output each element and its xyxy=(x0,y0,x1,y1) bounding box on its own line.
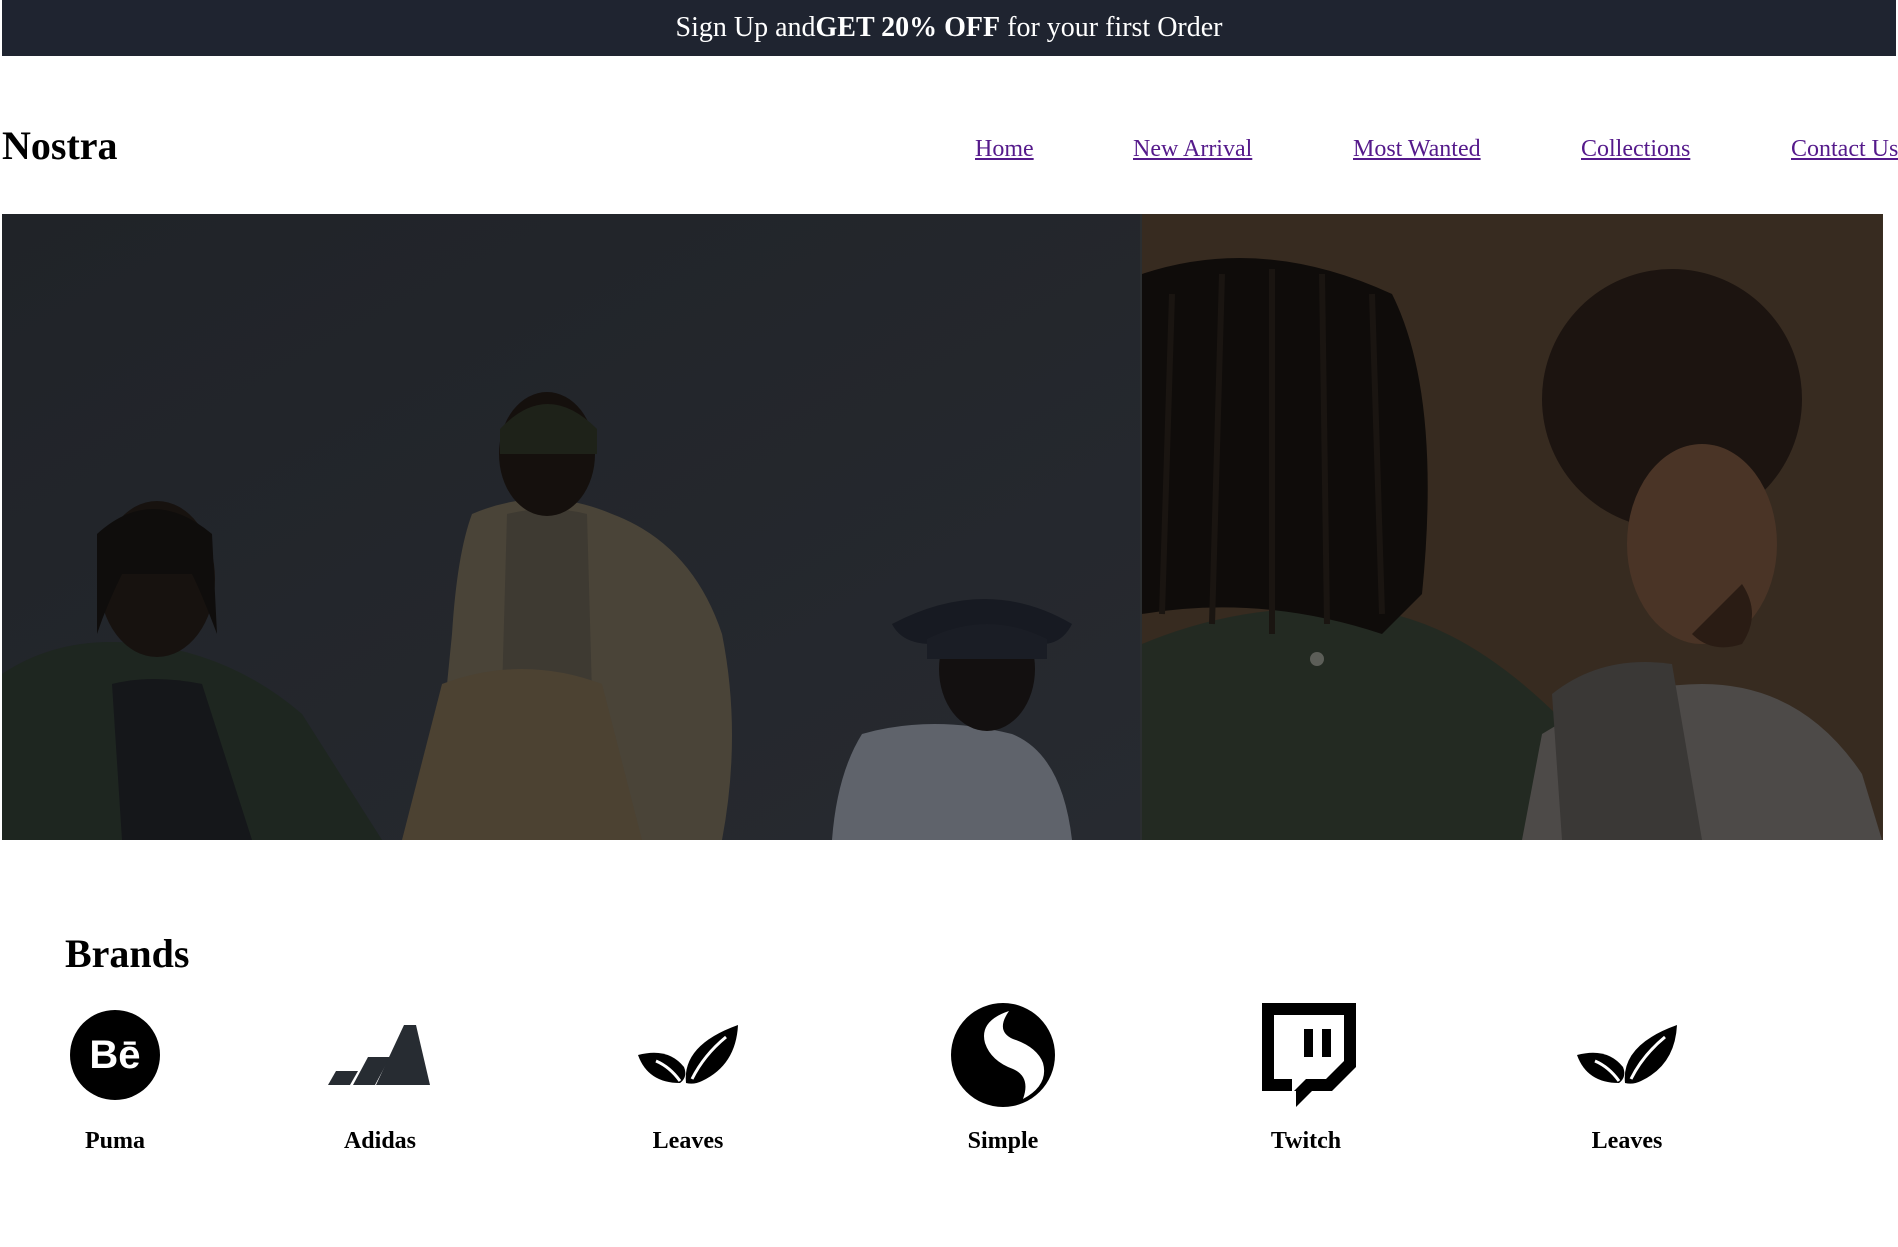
promo-suffix: for your first Order xyxy=(1000,12,1223,43)
brand-item-twitch[interactable]: Twitch xyxy=(1226,1000,1386,1160)
promo-prefix: Sign Up and xyxy=(675,12,816,43)
brand-label: Puma xyxy=(85,1128,145,1154)
brand-label: Adidas xyxy=(343,1128,417,1154)
leaves-icon xyxy=(1572,1000,1682,1110)
nav-link-new-arrival[interactable]: New Arrival xyxy=(1133,136,1252,163)
svg-text:Bē: Bē xyxy=(89,1033,140,1077)
brand-label: Twitch xyxy=(1270,1128,1342,1154)
behance-icon: Bē xyxy=(60,1000,170,1110)
hero-image-left xyxy=(2,214,1140,840)
adidas-icon xyxy=(325,1000,435,1110)
brand-item-puma[interactable]: Bē Puma xyxy=(35,1000,195,1160)
brand-item-simple[interactable]: Simple xyxy=(923,1000,1083,1160)
portrait-photo-illustration xyxy=(1141,214,1882,840)
brand-item-adidas[interactable]: Adidas xyxy=(300,1000,460,1160)
hero-banner xyxy=(2,214,1883,840)
nav-link-most-wanted[interactable]: Most Wanted xyxy=(1353,136,1481,163)
page: Sign Up and GET 20% OFF for your first Or… xyxy=(0,0,1898,1247)
group-photo-illustration xyxy=(2,214,1140,840)
nav-link-contact-us[interactable]: Contact Us xyxy=(1791,136,1898,163)
twitch-icon xyxy=(1251,1000,1361,1110)
brand-item-leaves[interactable]: Leaves xyxy=(608,1000,768,1160)
brand-item-leaves-2[interactable]: Leaves xyxy=(1547,1000,1707,1160)
hero-image-right xyxy=(1139,214,1883,840)
simple-icon xyxy=(948,1000,1058,1110)
nav-link-collections[interactable]: Collections xyxy=(1581,136,1690,163)
brand-label: Simple xyxy=(967,1128,1039,1154)
leaves-icon xyxy=(633,1000,743,1110)
promo-highlight: GET 20% OFF xyxy=(815,12,1001,43)
promo-banner: Sign Up and GET 20% OFF for your first Or… xyxy=(2,0,1896,56)
brand-label: Leaves xyxy=(652,1128,724,1154)
brands-heading: Brands xyxy=(65,931,190,976)
main-nav: Home New Arrival Most Wanted Collections… xyxy=(0,136,1898,166)
nav-link-home[interactable]: Home xyxy=(975,136,1034,163)
brand-label: Leaves xyxy=(1591,1128,1663,1154)
